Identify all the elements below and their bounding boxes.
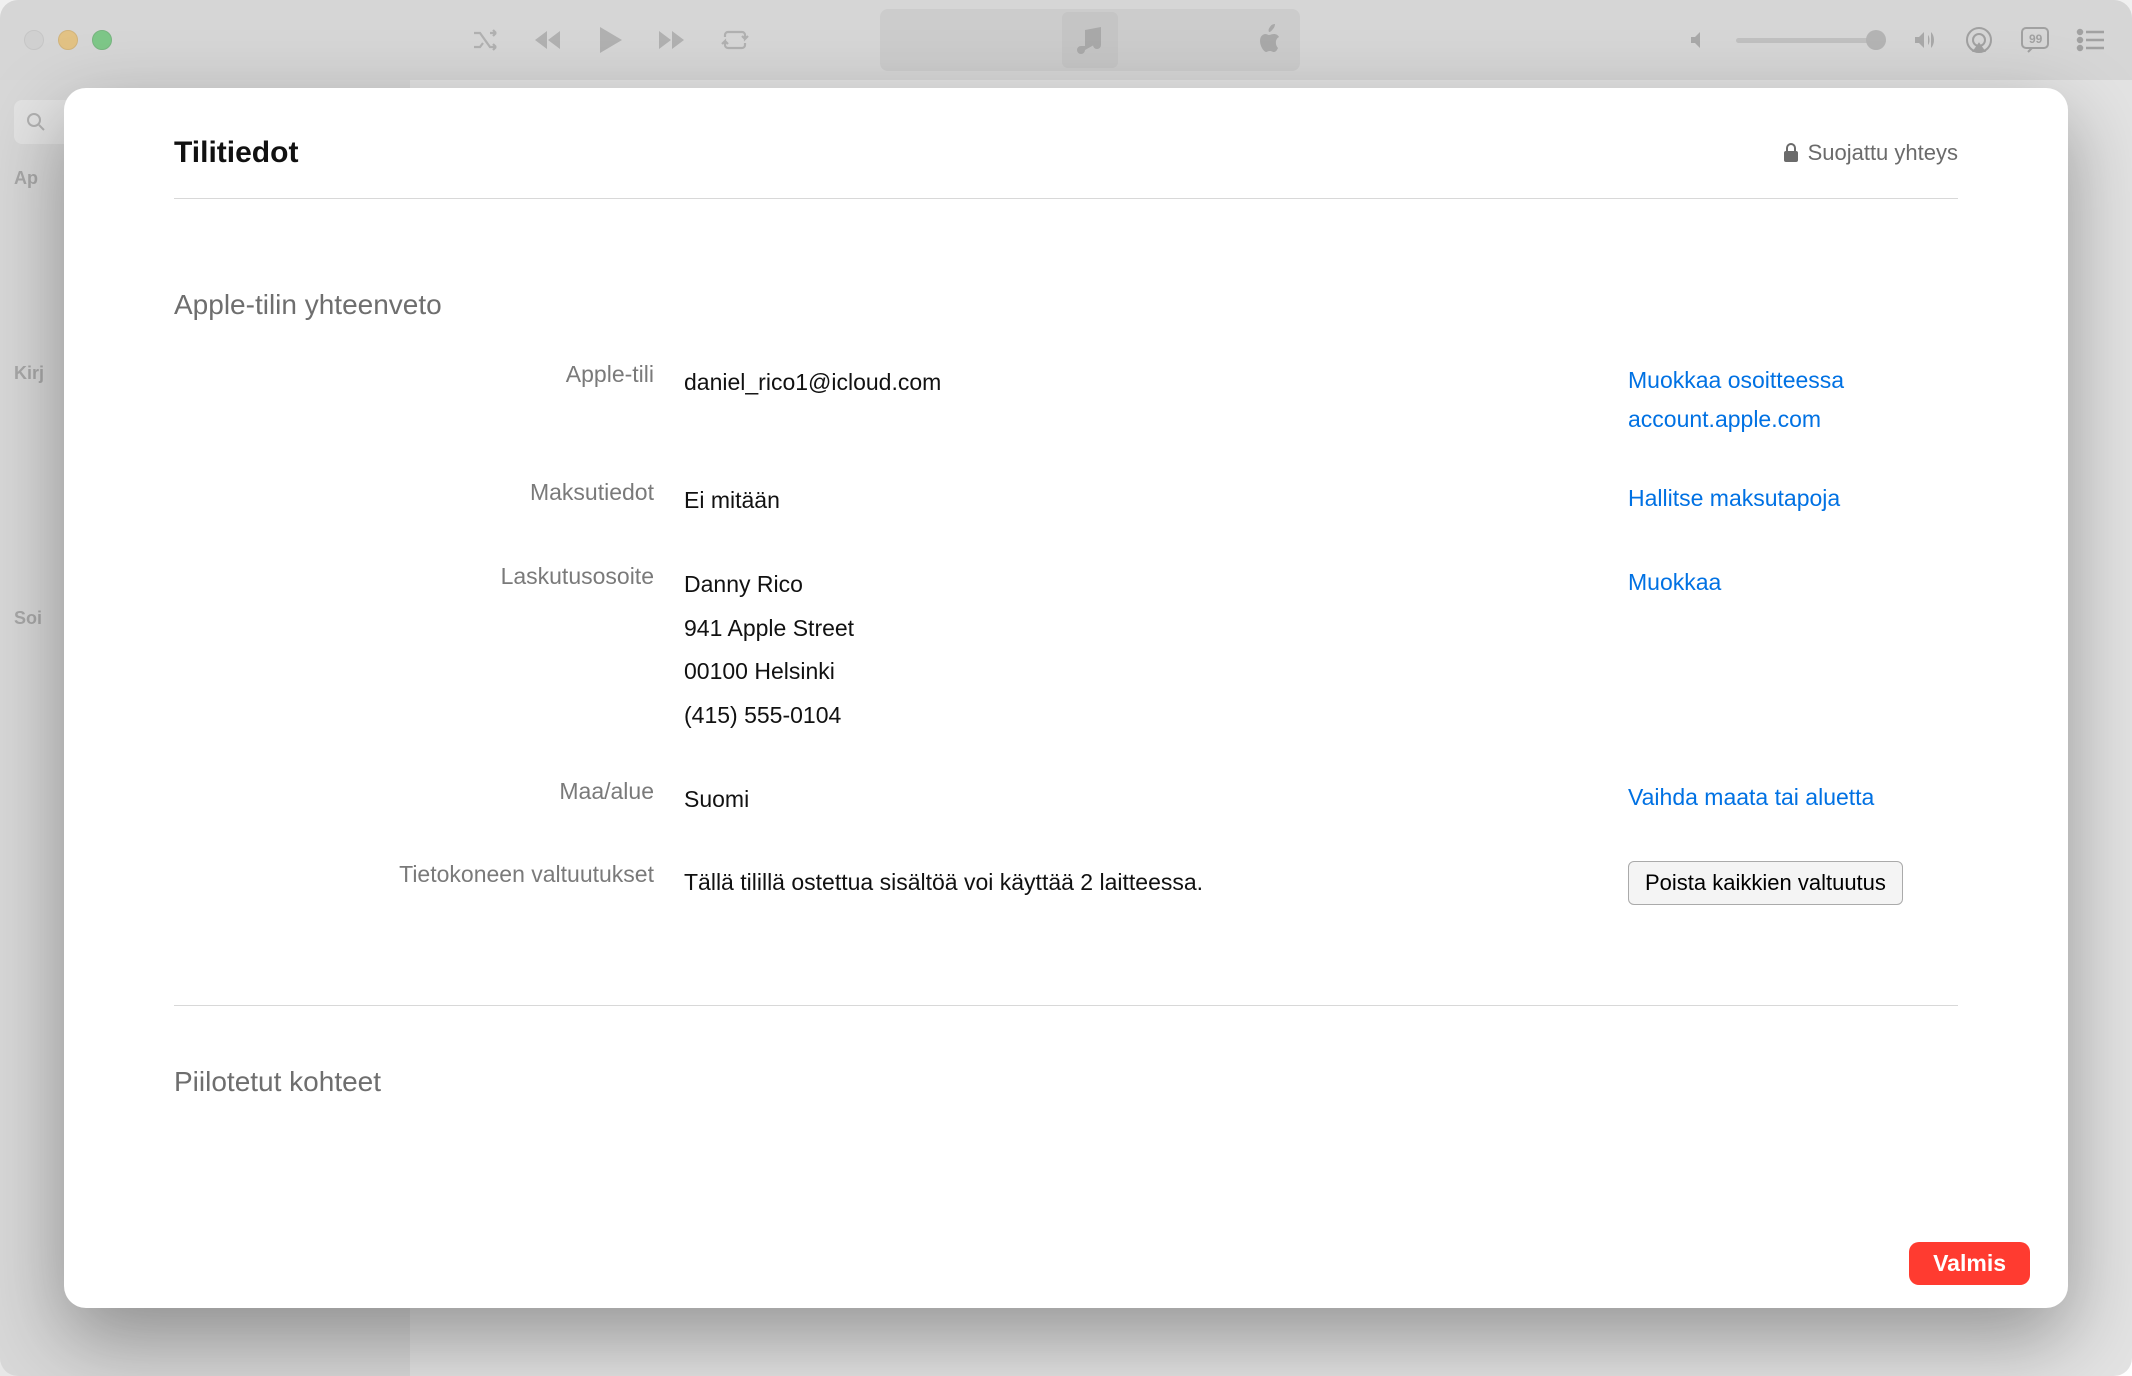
label-billing: Laskutusosoite bbox=[174, 563, 654, 590]
change-country-link[interactable]: Vaihda maata tai aluetta bbox=[1628, 784, 1874, 810]
section-heading-summary: Apple-tilin yhteenveto bbox=[174, 289, 1958, 321]
row-authorizations: Tietokoneen valtuutukset Tällä tilillä o… bbox=[174, 841, 1958, 925]
section-heading-hidden: Piilotetut kohteet bbox=[174, 1066, 1958, 1098]
account-info-dialog: Tilitiedot Suojattu yhteys Apple-tilin y… bbox=[64, 88, 2068, 1308]
edit-billing-link[interactable]: Muokkaa bbox=[1628, 569, 1721, 595]
row-apple-id: Apple-tili daniel_rico1@icloud.com Muokk… bbox=[174, 341, 1958, 459]
deauthorize-all-button[interactable]: Poista kaikkien valtuutus bbox=[1628, 861, 1903, 905]
section-divider bbox=[174, 1005, 1958, 1006]
secure-label: Suojattu yhteys bbox=[1808, 140, 1958, 166]
value-payment: Ei mitään bbox=[684, 479, 1598, 523]
value-authorizations: Tällä tilillä ostettua sisältöä voi käyt… bbox=[684, 861, 1598, 905]
row-billing: Laskutusosoite Danny Rico 941 Apple Stre… bbox=[174, 543, 1958, 758]
done-button[interactable]: Valmis bbox=[1909, 1242, 2030, 1285]
label-apple-id: Apple-tili bbox=[174, 361, 654, 388]
row-payment: Maksutiedot Ei mitään Hallitse maksutapo… bbox=[174, 459, 1958, 543]
row-country: Maa/alue Suomi Vaihda maata tai aluetta bbox=[174, 758, 1958, 842]
label-authorizations: Tietokoneen valtuutukset bbox=[174, 861, 654, 888]
dialog-title: Tilitiedot bbox=[174, 136, 298, 170]
value-billing: Danny Rico 941 Apple Street 00100 Helsin… bbox=[684, 563, 1598, 738]
secure-connection-indicator: Suojattu yhteys bbox=[1782, 140, 1958, 166]
label-payment: Maksutiedot bbox=[174, 479, 654, 506]
manage-payment-link[interactable]: Hallitse maksutapoja bbox=[1628, 485, 1840, 511]
lock-icon bbox=[1782, 142, 1800, 164]
dialog-header: Tilitiedot Suojattu yhteys bbox=[174, 136, 1958, 199]
label-country: Maa/alue bbox=[174, 778, 654, 805]
dialog-footer: Valmis bbox=[64, 1218, 2068, 1308]
edit-apple-id-link[interactable]: Muokkaa osoitteessa account.apple.com bbox=[1628, 361, 1958, 439]
value-apple-id: daniel_rico1@icloud.com bbox=[684, 361, 1598, 405]
value-country: Suomi bbox=[684, 778, 1598, 822]
